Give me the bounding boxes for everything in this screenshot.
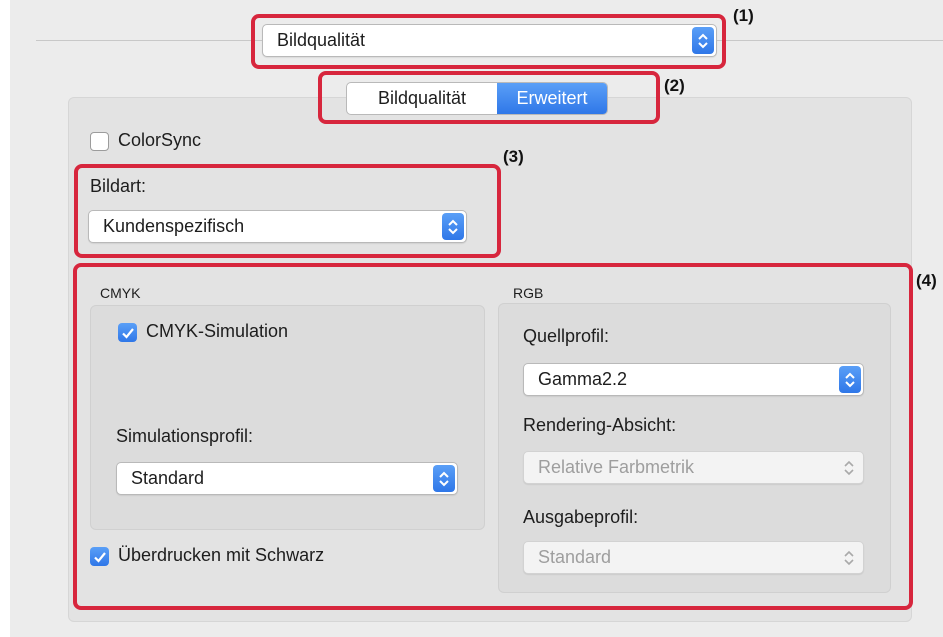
bildart-popup[interactable]: Kundenspezifisch — [88, 210, 467, 243]
tab-bildqualitaet[interactable]: Bildqualität — [347, 83, 497, 114]
checkmark-icon — [121, 327, 134, 339]
chevron-updown-icon — [433, 465, 455, 492]
print-options-popup[interactable]: Bildqualität — [262, 24, 717, 57]
rendering-intent-label: Rendering-Absicht: — [523, 415, 677, 435]
chevron-updown-icon — [839, 366, 861, 393]
cmyk-simulation-label: CMYK-Simulation — [146, 321, 289, 341]
chevron-updown-icon — [844, 460, 854, 475]
simulation-profile-value: Standard — [131, 468, 205, 488]
tab-segmented-control: Bildqualität Erweitert — [346, 82, 608, 115]
bildart-label: Bildart: — [90, 176, 147, 196]
bildart-value: Kundenspezifisch — [103, 216, 245, 236]
callout-3: (3) — [503, 147, 524, 166]
colorsync-checkbox[interactable] — [90, 132, 109, 151]
cmyk-simulation-checkbox[interactable] — [118, 323, 137, 342]
rendering-intent-value: Relative Farbmetrik — [538, 457, 695, 477]
chevron-updown-icon — [692, 27, 714, 54]
tab-erweitert[interactable]: Erweitert — [497, 83, 607, 114]
simulation-profile-label: Simulationsprofil: — [116, 426, 254, 446]
cmyk-title: CMYK — [100, 285, 141, 301]
output-profile-label: Ausgabeprofil: — [523, 507, 639, 527]
callout-1: (1) — [733, 6, 754, 25]
source-profile-label: Quellprofil: — [523, 326, 610, 346]
checkmark-icon — [93, 551, 106, 563]
callout-2: (2) — [664, 76, 685, 95]
chevron-updown-icon — [844, 550, 854, 565]
overprint-black-label: Überdrucken mit Schwarz — [118, 545, 325, 565]
source-profile-value: Gamma2.2 — [538, 369, 628, 389]
output-profile-value: Standard — [538, 547, 612, 567]
callout-4: (4) — [916, 271, 937, 290]
overprint-black-checkbox[interactable] — [90, 547, 109, 566]
chevron-updown-icon — [442, 213, 464, 240]
simulation-profile-popup[interactable]: Standard — [116, 462, 458, 495]
rendering-intent-popup: Relative Farbmetrik — [523, 451, 864, 484]
rgb-title: RGB — [513, 285, 544, 301]
output-profile-popup: Standard — [523, 541, 864, 574]
colorsync-label: ColorSync — [118, 130, 202, 150]
print-options-value: Bildqualität — [277, 30, 366, 50]
source-profile-popup[interactable]: Gamma2.2 — [523, 363, 864, 396]
